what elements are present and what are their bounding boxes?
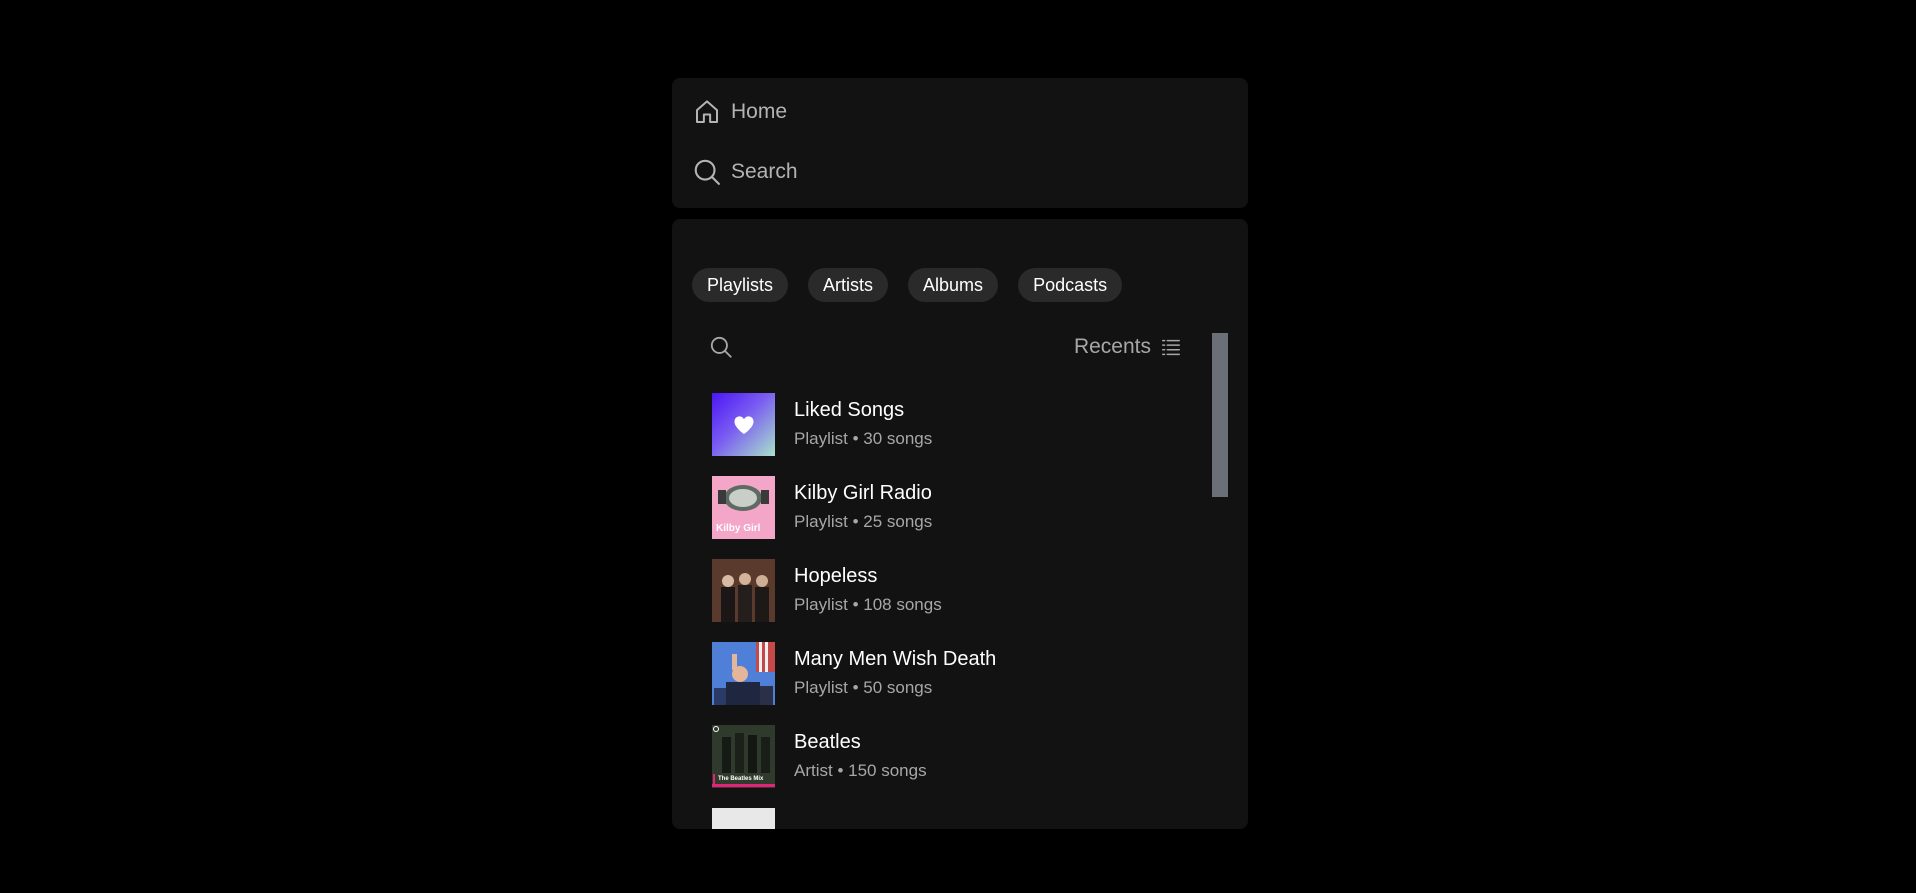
- nav-search[interactable]: Search: [692, 154, 798, 190]
- kilby-cover-text: Kilby Girl: [716, 523, 761, 534]
- sort-recents-button[interactable]: Recents: [1074, 332, 1182, 362]
- item-subtitle: Playlist • 25 songs: [794, 512, 933, 531]
- library-list: Liked Songs Playlist • 30 songs Kilby Gi…: [712, 393, 1192, 829]
- library-toolbar: Recents: [708, 332, 1228, 362]
- filter-chips: Playlists Artists Albums Podcasts: [692, 268, 1123, 302]
- heart-icon: [733, 415, 754, 434]
- sort-label: Recents: [1073, 335, 1151, 358]
- nav-home[interactable]: Home: [692, 94, 787, 130]
- chip-playlists[interactable]: Playlists: [692, 268, 789, 302]
- beatles-cover-text: The Beatles Mix: [718, 776, 764, 782]
- list-item-many-men-wish-death[interactable]: Many Men Wish Death Playlist • 50 songs: [712, 642, 1192, 706]
- item-subtitle: Playlist • 108 songs: [794, 595, 942, 614]
- cover-beatles: The Beatles Mix: [712, 725, 775, 788]
- item-title: Liked Songs: [794, 399, 905, 421]
- library-search-icon[interactable]: [708, 334, 734, 360]
- list-item-beatles[interactable]: The Beatles Mix Beatles Artist • 150 son…: [712, 725, 1192, 789]
- cover-kilby-girl-radio: Kilby Girl: [712, 476, 775, 539]
- item-subtitle: Playlist • 30 songs: [794, 429, 933, 448]
- cover-hopeless: [712, 559, 775, 622]
- chip-albums[interactable]: Albums: [908, 268, 999, 302]
- item-title: Beatles: [794, 731, 861, 753]
- chip-artists[interactable]: Artists: [808, 268, 889, 302]
- chip-podcasts[interactable]: Podcasts: [1018, 268, 1123, 302]
- hopeless-cover-art: [712, 559, 775, 622]
- item-title: Many Men Wish Death: [794, 648, 997, 670]
- list-item-partial[interactable]: [712, 808, 1192, 829]
- cover-next-item: [712, 808, 775, 829]
- manymen-cover-art: [712, 642, 775, 705]
- home-icon: [696, 100, 718, 123]
- list-icon: [1162, 339, 1180, 356]
- cover-liked-songs: [712, 393, 775, 456]
- item-title: Hopeless: [794, 565, 878, 587]
- nav-home-label: Home: [731, 100, 788, 123]
- list-item-kilby-girl-radio[interactable]: Kilby Girl Kilby Girl Radio Playlist • 2…: [712, 476, 1192, 540]
- kilby-cover-art: Kilby Girl: [712, 476, 775, 539]
- item-title: Kilby Girl Radio: [794, 482, 932, 504]
- search-icon: [694, 159, 720, 185]
- nav-search-label: Search: [731, 160, 798, 183]
- library-panel: Playlists Artists Albums Podcasts Recent…: [672, 219, 1248, 829]
- list-item-hopeless[interactable]: Hopeless Playlist • 108 songs: [712, 559, 1192, 623]
- item-subtitle: Playlist • 50 songs: [794, 678, 933, 697]
- list-item-liked-songs[interactable]: Liked Songs Playlist • 30 songs: [712, 393, 1192, 457]
- beatles-cover-art: The Beatles Mix: [712, 725, 775, 788]
- cover-many-men-wish-death: [712, 642, 775, 705]
- item-subtitle: Artist • 150 songs: [794, 761, 927, 780]
- scrollbar-thumb[interactable]: [1212, 333, 1228, 497]
